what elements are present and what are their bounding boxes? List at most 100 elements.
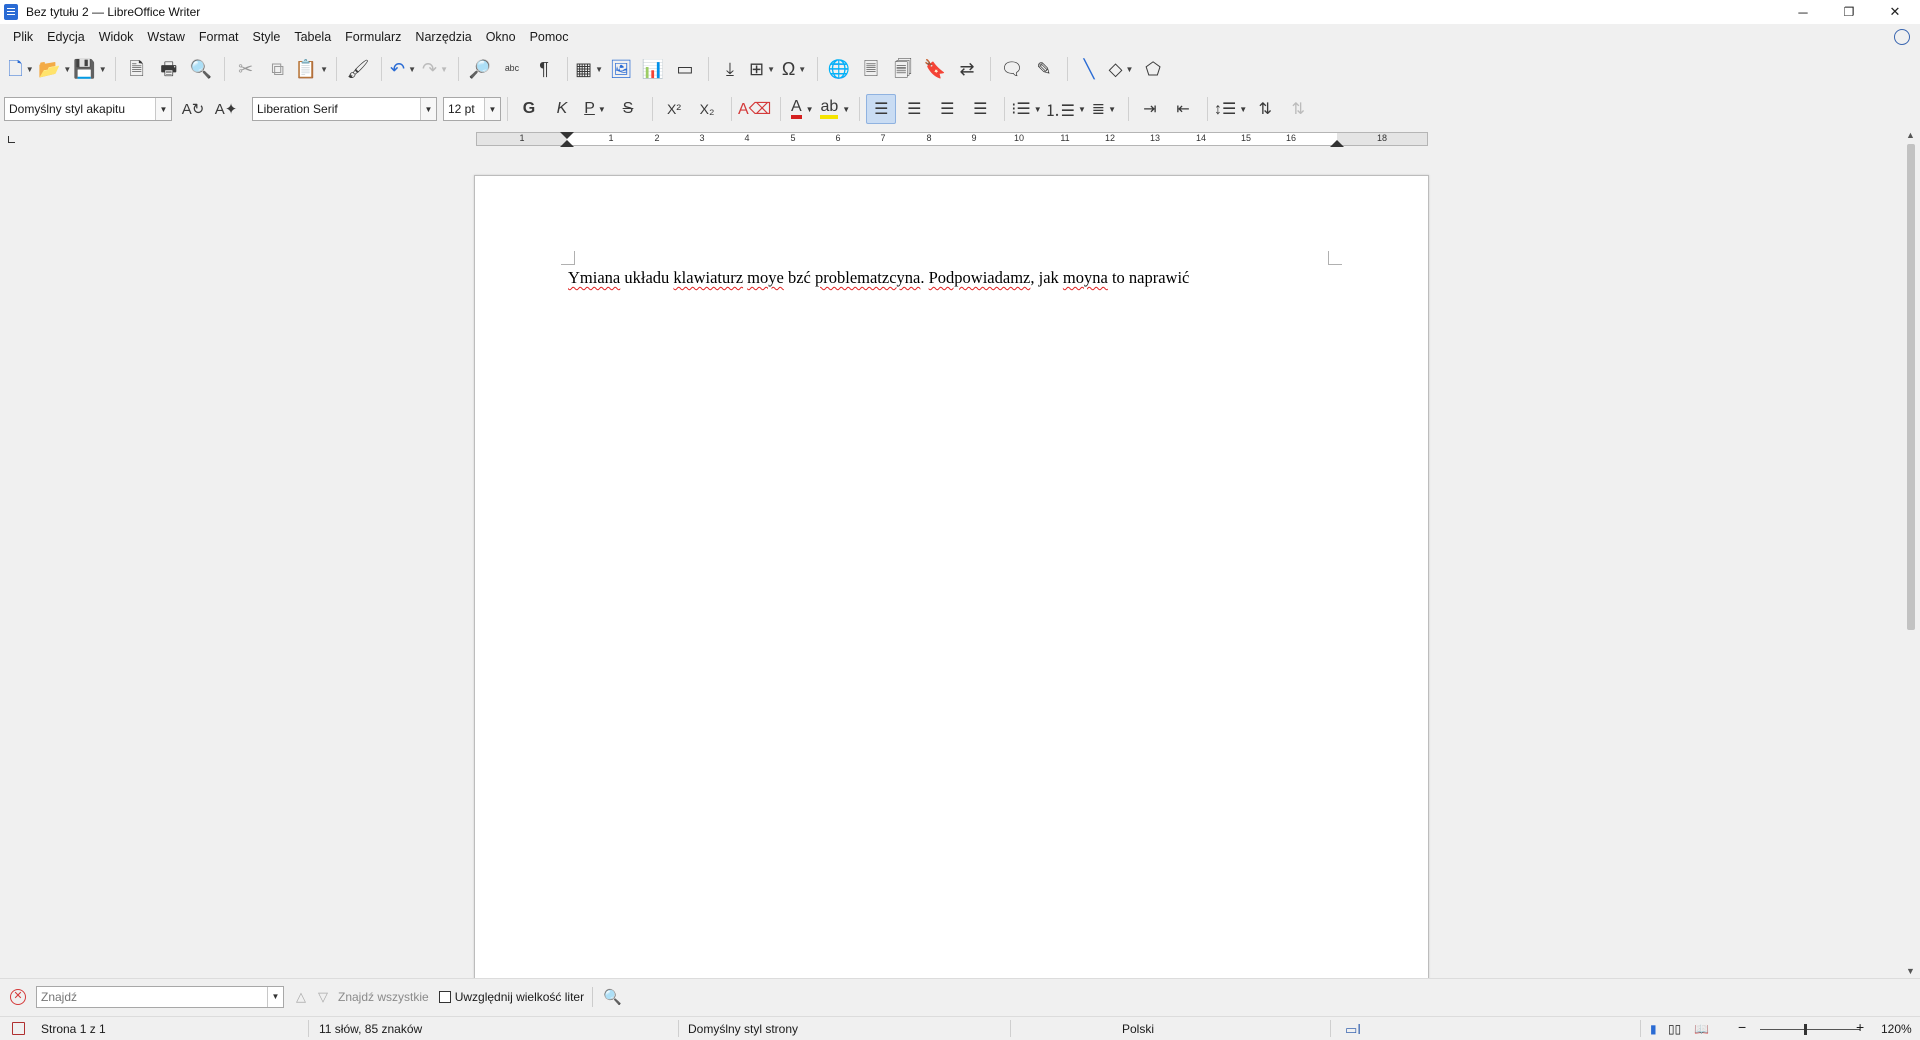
highlight-color-button[interactable]: ab ▼ <box>820 94 850 124</box>
insert-footnote-button[interactable]: 🗏 <box>856 54 886 84</box>
horizontal-ruler[interactable]: 1 1 2 3 4 5 6 7 8 9 10 11 12 13 14 15 16… <box>476 132 1428 147</box>
align-left-button[interactable]: ☰ <box>866 94 897 124</box>
insert-special-char-button[interactable]: Ω ▼ <box>779 54 809 84</box>
menu-tabela[interactable]: Tabela <box>287 30 338 44</box>
language[interactable]: Polski <box>1122 1022 1154 1036</box>
insert-bookmark-button[interactable]: 🔖 <box>920 54 950 84</box>
font-color-button[interactable]: A ▼ <box>787 94 817 124</box>
superscript-button[interactable]: X² <box>659 94 689 124</box>
numbering-button[interactable]: ⒈☰ ▼ <box>1045 94 1086 124</box>
single-page-view-icon[interactable]: ▮ <box>1650 1022 1657 1036</box>
scroll-up-icon[interactable]: ▲ <box>1906 130 1915 140</box>
document-page[interactable]: Ymiana układu klawiaturz moye bzć proble… <box>474 175 1429 978</box>
align-center-button[interactable]: ☰ <box>899 94 929 124</box>
zoom-slider[interactable] <box>1760 1029 1860 1030</box>
document-paragraph[interactable]: Ymiana układu klawiaturz moye bzć proble… <box>568 268 1189 288</box>
increase-indent-button[interactable]: ⇥ <box>1135 94 1165 124</box>
italic-button[interactable]: K <box>547 94 577 124</box>
first-line-indent-marker[interactable] <box>560 132 574 139</box>
paste-button[interactable]: 📋 ▼ <box>295 54 328 84</box>
minimize-button[interactable]: ─ <box>1780 0 1826 24</box>
save-button[interactable]: 💾 ▼ <box>73 54 106 84</box>
new-document-button[interactable]: 🗋 ▼ <box>6 54 36 84</box>
match-case-checkbox[interactable] <box>438 990 451 1003</box>
print-button[interactable]: 🖶 <box>154 54 184 84</box>
insert-table-button[interactable]: ▦ ▼ <box>574 54 604 84</box>
insert-chart-button[interactable]: 📊 <box>638 54 668 84</box>
bold-button[interactable]: G <box>514 94 544 124</box>
spellcheck-button[interactable]: ᵃᵇᶜ <box>497 54 527 84</box>
zoom-out-button[interactable]: − <box>1738 1019 1746 1035</box>
insert-textbox-button[interactable]: ▭ <box>670 54 700 84</box>
zoom-level[interactable]: 120% <box>1881 1022 1912 1036</box>
clone-formatting-button[interactable]: 🖌 <box>343 54 373 84</box>
decrease-indent-button[interactable]: ⇤ <box>1168 94 1198 124</box>
line-spacing-button[interactable]: ↕☰ ▼ <box>1214 94 1247 124</box>
insert-page-break-button[interactable]: ⤓ <box>715 54 745 84</box>
vertical-scrollbar[interactable]: ▲ ▼ <box>1902 128 1920 978</box>
menu-widok[interactable]: Widok <box>92 30 141 44</box>
menu-formularz[interactable]: Formularz <box>338 30 408 44</box>
draw-functions-button[interactable]: ⬠ <box>1138 54 1168 84</box>
left-indent-marker[interactable] <box>560 140 574 147</box>
close-find-bar-icon[interactable]: ✕ <box>10 988 26 1005</box>
undo-button[interactable]: ↶ ▼ <box>388 54 418 84</box>
word-count[interactable]: 11 słów, 85 znaków <box>319 1022 422 1036</box>
align-right-button[interactable]: ☰ <box>932 94 962 124</box>
insert-comment-button[interactable]: 🗨 <box>997 54 1027 84</box>
find-previous-button[interactable]: △ <box>296 989 306 1005</box>
right-indent-marker[interactable] <box>1330 140 1344 147</box>
find-combo[interactable]: ▼ <box>36 985 284 1008</box>
paragraph-style-combo[interactable]: Domyślny styl akapitu ▼ <box>4 97 172 121</box>
new-style-button[interactable]: A✦ <box>211 94 241 124</box>
insert-mode-icon[interactable]: ▭Ⅰ <box>1345 1022 1361 1038</box>
chevron-down-icon[interactable]: ▼ <box>420 98 436 120</box>
book-view-icon[interactable]: 📖 <box>1694 1022 1709 1036</box>
chevron-down-icon[interactable]: ▼ <box>155 98 171 120</box>
formatting-marks-button[interactable]: ¶ <box>529 54 559 84</box>
insert-cross-reference-button[interactable]: ⇄ <box>952 54 982 84</box>
close-button[interactable]: ✕ <box>1872 0 1918 24</box>
find-replace-button[interactable]: 🔎 <box>465 54 495 84</box>
chevron-down-icon[interactable]: ▼ <box>484 98 500 120</box>
decrease-paragraph-spacing-button[interactable]: ⇅ <box>1283 94 1313 124</box>
insert-image-button[interactable]: 🖼 <box>606 54 636 84</box>
page-indicator[interactable]: Strona 1 z 1 <box>41 1022 106 1036</box>
find-next-button[interactable]: ▽ <box>318 989 328 1005</box>
export-pdf-button[interactable]: 🗎 <box>122 54 152 84</box>
insert-line-button[interactable]: ╲ <box>1074 54 1104 84</box>
open-button[interactable]: 📂 ▼ <box>38 54 71 84</box>
menu-plik[interactable]: Plik <box>6 30 40 44</box>
outline-button[interactable]: ≣ ▼ <box>1089 94 1119 124</box>
copy-button[interactable]: ⧉ <box>263 54 293 84</box>
menu-edycja[interactable]: Edycja <box>40 30 92 44</box>
print-preview-button[interactable]: 🔍 <box>186 54 216 84</box>
justify-button[interactable]: ☰ <box>965 94 995 124</box>
menu-narzedzia[interactable]: Narzędzia <box>408 30 478 44</box>
zoom-slider-knob[interactable] <box>1804 1024 1807 1035</box>
find-input[interactable] <box>37 989 267 1004</box>
track-changes-button[interactable]: ✎ <box>1029 54 1059 84</box>
scroll-down-icon[interactable]: ▼ <box>1906 966 1915 976</box>
menu-wstaw[interactable]: Wstaw <box>140 30 192 44</box>
globe-icon[interactable] <box>1894 29 1910 45</box>
basic-shapes-button[interactable]: ◇ ▼ <box>1106 54 1136 84</box>
document-workspace[interactable]: Ymiana układu klawiaturz moye bzć proble… <box>0 150 1902 978</box>
update-style-button[interactable]: A↻ <box>178 94 208 124</box>
menu-format[interactable]: Format <box>192 30 246 44</box>
underline-button[interactable]: P ▼ <box>580 94 610 124</box>
find-all-button[interactable]: Znajdź wszystkie <box>338 990 429 1004</box>
insert-field-button[interactable]: ⊞ ▼ <box>747 54 777 84</box>
zoom-in-button[interactable]: + <box>1856 1019 1864 1035</box>
document-modified-icon[interactable] <box>12 1022 25 1035</box>
font-name-combo[interactable]: Liberation Serif ▼ <box>252 97 437 121</box>
menu-okno[interactable]: Okno <box>479 30 523 44</box>
cut-button[interactable]: ✂ <box>231 54 261 84</box>
tab-stop-type-selector[interactable] <box>8 136 15 143</box>
redo-button[interactable]: ↷ ▼ <box>420 54 450 84</box>
restore-button[interactable]: ❐ <box>1826 0 1872 24</box>
subscript-button[interactable]: X₂ <box>692 94 722 124</box>
scrollbar-thumb[interactable] <box>1907 144 1915 630</box>
menu-style[interactable]: Style <box>246 30 288 44</box>
menu-pomoc[interactable]: Pomoc <box>523 30 576 44</box>
